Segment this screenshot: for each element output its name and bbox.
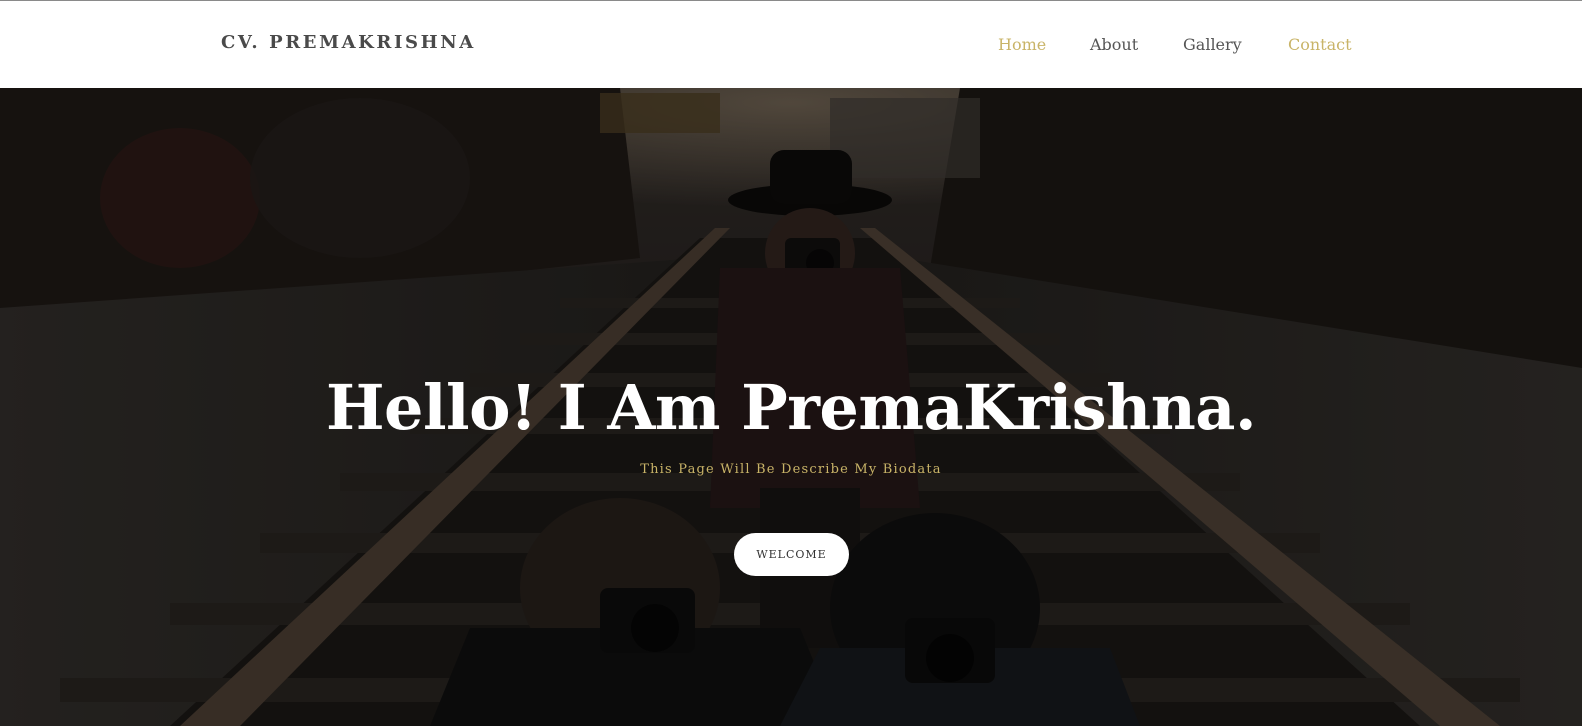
hero-subtitle: This Page Will Be Describe My Biodata [640, 462, 942, 477]
nav-contact[interactable]: Contact [1288, 35, 1352, 54]
nav-home[interactable]: Home [998, 35, 1046, 54]
brand-logo[interactable]: CV. PREMAKRISHNA [221, 32, 476, 53]
hero-title: Hello! I Am PremaKrishna. [325, 371, 1257, 444]
nav-gallery[interactable]: Gallery [1183, 35, 1242, 54]
welcome-button[interactable]: WELCOME [734, 533, 849, 576]
hero-section: Hello! I Am PremaKrishna. This Page Will… [0, 88, 1582, 726]
navbar: CV. PREMAKRISHNA Home About Gallery Cont… [0, 1, 1582, 88]
nav-about[interactable]: About [1090, 35, 1138, 54]
